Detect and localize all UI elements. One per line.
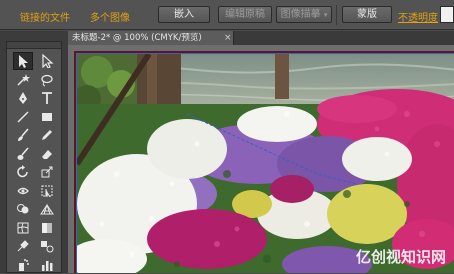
rectangle-tool-icon [42,112,52,121]
control-bar: 链接的文件 多个图像 嵌入 编辑原稿 图像描摹 ▾ 蒙版 不透明度 [0,0,454,30]
type-tool-button[interactable] [37,89,57,107]
document-tab-title: 未标题-2* @ 100% (CMYK/预览) [72,33,202,43]
perspective-grid-tool-icon [40,203,54,215]
free-transform-tool-button[interactable] [37,182,57,200]
selection-tool-button[interactable] [13,52,33,70]
tools-panel [6,41,62,273]
column-graph-tool-icon [42,260,53,271]
eraser-tool-icon [42,149,52,159]
magic-wand-tool-icon [17,73,30,86]
lasso-tool-button[interactable] [37,71,57,89]
pen-tool-icon [19,92,27,104]
rotate-tool-button[interactable] [13,163,33,181]
symbol-sprayer-tool-button[interactable] [13,256,33,274]
width-tool-icon [17,187,29,194]
watermark: 亿创视知识网 [355,248,446,266]
column-graph-tool-button[interactable] [37,256,57,274]
opacity-label[interactable]: 不透明度 [398,9,438,24]
shape-builder-tool-icon [17,204,29,214]
blend-tool-button[interactable] [37,237,57,255]
embed-button[interactable]: 嵌入 [158,6,210,23]
mesh-tool-button[interactable] [13,219,33,237]
opacity-input[interactable] [440,6,454,23]
paintbrush-tool-icon [18,128,29,141]
magic-wand-tool-button[interactable] [13,71,33,89]
direct-selection-tool-icon [42,54,54,68]
close-icon[interactable]: × [224,31,232,45]
line-tool-button[interactable] [13,108,33,126]
edit-original-button[interactable]: 编辑原稿 [218,6,272,23]
shape-builder-tool-button[interactable] [13,200,33,218]
toolbar-grip[interactable] [7,42,61,49]
canvas[interactable]: 亿创视知识网 [68,45,454,273]
gradient-tool-button[interactable] [37,219,57,237]
rectangle-tool-button[interactable] [37,108,57,126]
rotate-tool-icon [17,165,28,178]
mask-button[interactable]: 蒙版 [342,6,392,23]
perspective-grid-tool-button[interactable] [37,200,57,218]
multiple-images-link[interactable]: 多个图像 [90,9,130,24]
pen-tool-button[interactable] [13,89,33,107]
pencil-tool-button[interactable] [37,126,57,144]
eyedropper-tool-icon [17,240,29,252]
gradient-tool-icon [42,222,52,233]
flower-photo [77,54,454,273]
blob-brush-tool-icon [17,146,29,160]
separator [336,5,337,25]
blob-brush-tool-button[interactable] [13,145,33,163]
left-panel [0,31,68,273]
linked-file-link[interactable]: 链接的文件 [20,9,70,24]
scale-tool-icon [41,166,53,178]
direct-selection-tool-button[interactable] [37,52,57,70]
document-tab-bar: 未标题-2* @ 100% (CMYK/预览) × [68,31,454,45]
eraser-tool-button[interactable] [37,145,57,163]
chevron-down-icon: ▾ [323,11,328,19]
eyedropper-tool-button[interactable] [13,237,33,255]
lasso-tool-icon [41,74,53,86]
type-tool-icon [42,92,52,104]
symbol-sprayer-tool-icon [19,258,29,271]
image-trace-label: 图像描摹 [280,9,321,20]
line-tool-icon [17,110,29,123]
free-transform-tool-icon [41,185,53,197]
mesh-tool-icon [17,222,29,233]
width-tool-button[interactable] [13,182,33,200]
scale-tool-button[interactable] [37,163,57,181]
selection-tool-icon [19,55,28,68]
blend-tool-icon [41,241,54,253]
pencil-tool-icon [42,130,52,140]
paintbrush-tool-button[interactable] [13,126,33,144]
placed-image[interactable] [76,53,454,273]
document-tab[interactable]: 未标题-2* @ 100% (CMYK/预览) × [68,31,234,45]
image-trace-button[interactable]: 图像描摹 ▾ [276,6,332,23]
